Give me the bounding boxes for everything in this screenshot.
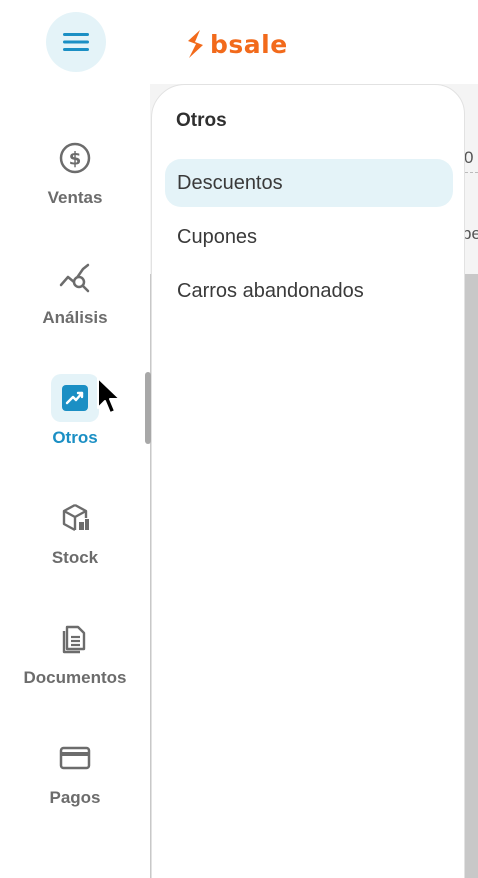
analytics-search-icon <box>51 254 99 302</box>
submenu-title: Otros <box>176 110 227 131</box>
sidebar-item-label: Ventas <box>47 188 103 207</box>
brand-wordmark: bsale <box>210 29 288 59</box>
submenu-item-descuentos[interactable]: Descuentos <box>165 159 453 207</box>
sidebar-item-pagos[interactable]: Pagos <box>0 734 150 834</box>
sidebar-item-label: Otros <box>52 428 98 447</box>
sidebar-item-documentos[interactable]: Documentos <box>0 614 150 714</box>
mouse-pointer-icon <box>97 377 121 414</box>
sidebar-item-label: Pagos <box>49 788 101 807</box>
submenu-item-label: Cupones <box>177 225 258 248</box>
submenu-item-label: Carros abandonados <box>177 279 364 302</box>
otros-submenu-panel: Otros Descuentos Cupones Carros abandona… <box>151 84 465 878</box>
hamburger-icon <box>63 33 89 51</box>
bsale-logo-mark-icon <box>188 30 203 58</box>
trending-up-icon <box>51 374 99 422</box>
sidebar-item-label: Documentos <box>23 668 127 687</box>
brand-logo[interactable]: bsale <box>184 24 288 64</box>
credit-card-icon <box>51 734 99 782</box>
documents-icon <box>51 614 99 662</box>
sidebar-item-ventas[interactable]: $ Ventas <box>0 134 150 234</box>
dollar-circle-icon: $ <box>51 134 99 182</box>
menu-button[interactable] <box>46 12 106 72</box>
box-icon <box>51 494 99 542</box>
sidebar-item-analisis[interactable]: Análisis <box>0 254 150 354</box>
background-text-fragment: 0 <box>464 148 474 167</box>
sidebar-item-label: Análisis <box>42 308 108 327</box>
sidebar-item-label: Stock <box>51 548 99 567</box>
submenu-item-label: Descuentos <box>177 171 283 194</box>
svg-text:$: $ <box>69 149 82 170</box>
submenu-item-carros-abandonados[interactable]: Carros abandonados <box>165 267 453 315</box>
submenu-item-cupones[interactable]: Cupones <box>165 213 453 261</box>
sidebar-item-stock[interactable]: Stock <box>0 494 150 594</box>
sidebar-item-otros[interactable]: Otros <box>0 374 150 474</box>
